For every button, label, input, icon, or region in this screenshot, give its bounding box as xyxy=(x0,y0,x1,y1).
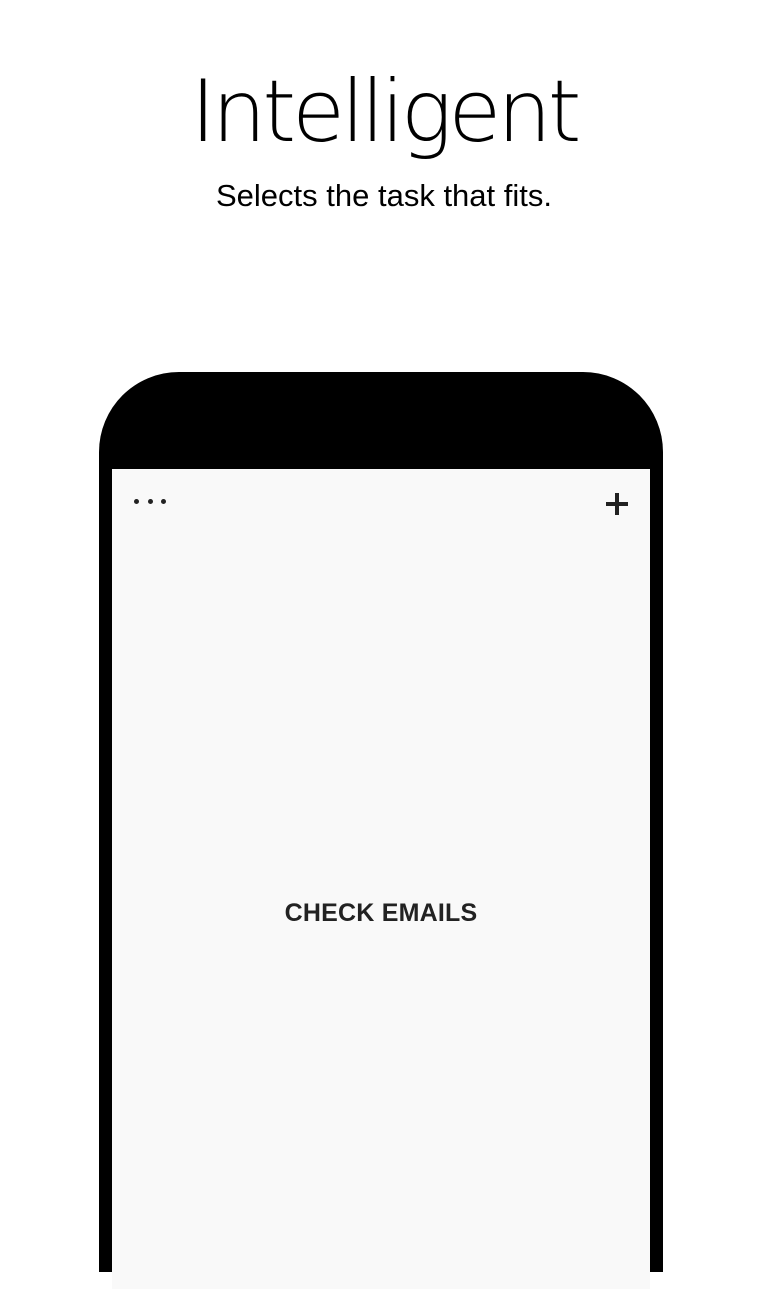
add-task-icon[interactable] xyxy=(602,489,632,519)
app-screen: CHECK EMAILS xyxy=(112,469,650,1289)
menu-dot xyxy=(161,498,166,504)
menu-dot xyxy=(134,498,139,504)
menu-dot xyxy=(147,498,153,504)
promo-headline: Intelligent xyxy=(190,62,582,162)
current-task-label[interactable]: CHECK EMAILS xyxy=(112,897,650,929)
more-menu-icon[interactable] xyxy=(134,487,166,515)
promo-subheadline: Selects the task that fits. xyxy=(216,178,552,213)
phone-frame: CHECK EMAILS xyxy=(99,372,663,1289)
